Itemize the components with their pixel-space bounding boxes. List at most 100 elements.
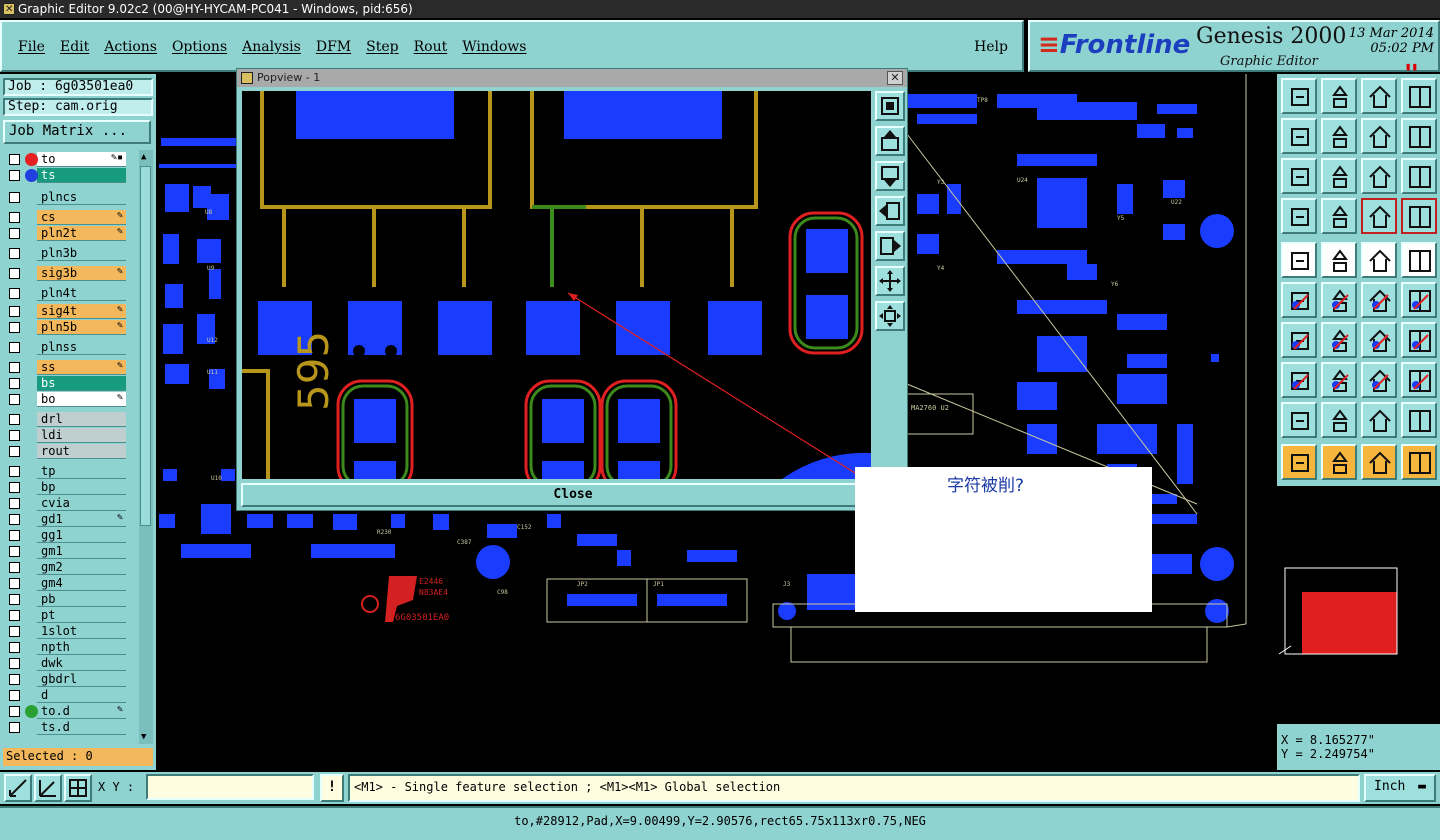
layer-checkbox[interactable] (9, 212, 20, 223)
layer-row-gd1[interactable]: gd1 ✎ (4, 512, 126, 527)
layer-row-ldi[interactable]: ldi (4, 428, 126, 443)
layer-checkbox[interactable] (9, 562, 20, 573)
layer-row-pln5b[interactable]: pln5b ✎ (4, 320, 126, 335)
snap-icon[interactable] (4, 774, 32, 802)
menu-file[interactable]: File (18, 39, 45, 55)
layer-checkbox[interactable] (9, 530, 20, 541)
triangle-b-icon[interactable] (1321, 402, 1357, 438)
select-pad-icon[interactable] (1401, 242, 1437, 278)
layer-checkbox[interactable] (9, 378, 20, 389)
resize-icon[interactable] (1361, 362, 1397, 398)
tools-icon[interactable] (1281, 198, 1317, 234)
layer-checkbox[interactable] (9, 394, 20, 405)
overview-map[interactable] (1277, 486, 1440, 724)
net-pointer-icon[interactable] (1401, 444, 1437, 480)
layer-name[interactable]: ts (37, 168, 126, 183)
layer-row-gg1[interactable]: gg1 (4, 528, 126, 543)
connect-icon[interactable] (1281, 282, 1317, 318)
layer-row-pln3b[interactable]: pln3b (4, 246, 126, 261)
zoom-home-icon[interactable] (1281, 78, 1317, 114)
pointer-box-icon[interactable] (1361, 444, 1397, 480)
layer-row-pt[interactable]: pt (4, 608, 126, 623)
pointer-icon[interactable] (1281, 444, 1317, 480)
snap-pad-icon[interactable] (1281, 362, 1317, 398)
layer-name[interactable]: rout (37, 444, 126, 459)
layer-name[interactable]: cvia (37, 496, 126, 511)
units-select[interactable]: Inch ▬ (1364, 774, 1436, 802)
layer-checkbox[interactable] (9, 446, 20, 457)
layer-row-cs[interactable]: cs ✎ (4, 210, 126, 225)
popview-title-bar[interactable]: Popview - 1 ✕ (237, 69, 907, 87)
scale-1-2-icon[interactable] (1361, 158, 1397, 194)
layer-name[interactable]: gm2 (37, 560, 126, 575)
menu-windows[interactable]: Windows (462, 39, 526, 55)
layer-checkbox[interactable] (9, 192, 20, 203)
triangle-d-icon[interactable] (1401, 402, 1437, 438)
zoom-in-icon[interactable] (875, 266, 905, 296)
layer-checkbox[interactable] (9, 288, 20, 299)
layer-row-bs[interactable]: bs (4, 376, 126, 391)
popview-close-button[interactable]: Close (241, 483, 905, 507)
mirror-icon[interactable] (1401, 322, 1437, 358)
layer-row-dwk[interactable]: dwk (4, 656, 126, 671)
layer-name[interactable]: pln2t (37, 226, 126, 241)
menu-actions[interactable]: Actions (104, 39, 157, 55)
layer-row-plncs[interactable]: plncs (4, 190, 126, 205)
layer-name[interactable]: bs (37, 376, 126, 391)
triangle-c-icon[interactable] (1361, 402, 1397, 438)
pan-down-icon[interactable] (875, 161, 905, 191)
help-icon[interactable] (1401, 158, 1437, 194)
layer-row-bo[interactable]: bo ✎ (4, 392, 126, 407)
layer-colors-icon[interactable] (1361, 198, 1397, 234)
layer-name[interactable]: to.d (37, 704, 126, 719)
layer-row-d[interactable]: d (4, 688, 126, 703)
layer-name[interactable]: d (37, 688, 126, 703)
layer-row-plnss[interactable]: plnss (4, 340, 126, 355)
close-icon[interactable]: ✕ (887, 71, 903, 85)
pan-up-icon[interactable] (875, 126, 905, 156)
select-pointer-icon[interactable] (1321, 444, 1357, 480)
layer-name[interactable]: 1slot (37, 624, 126, 639)
home-icon[interactable] (1361, 78, 1397, 114)
arc-icon[interactable] (1361, 322, 1397, 358)
layer-checkbox[interactable] (9, 498, 20, 509)
layer-checkbox[interactable] (9, 610, 20, 621)
layer-name[interactable]: drl (37, 412, 126, 427)
layer-row-pb[interactable]: pb (4, 592, 126, 607)
menu-step[interactable]: Step (366, 39, 398, 55)
delete-feature-icon[interactable] (1321, 282, 1357, 318)
job-matrix-button[interactable]: Job Matrix ... (3, 120, 151, 144)
layer-name[interactable]: plnss (37, 340, 126, 355)
layer-view-icon[interactable] (1401, 198, 1437, 234)
angle-icon[interactable] (1281, 322, 1317, 358)
layer-name[interactable]: gd1 (37, 512, 126, 527)
polygon-icon[interactable] (1321, 242, 1357, 278)
xy-input[interactable] (146, 774, 314, 800)
layer-name[interactable]: plncs (37, 190, 126, 205)
menu-help[interactable]: Help (974, 39, 1008, 55)
layer-name[interactable]: ts.d (37, 720, 126, 735)
layer-name[interactable]: gm1 (37, 544, 126, 559)
grid-icon[interactable] (64, 774, 92, 802)
layer-row-to[interactable]: to ✎▪ (4, 152, 126, 167)
pan-left-icon[interactable] (1281, 118, 1317, 154)
layer-checkbox[interactable] (9, 722, 20, 733)
layer-row-gm4[interactable]: gm4 (4, 576, 126, 591)
layer-row-1slot[interactable]: 1slot (4, 624, 126, 639)
popview-canvas[interactable]: 595 (242, 91, 871, 479)
layer-checkbox[interactable] (9, 626, 20, 637)
layer-row-sig3b[interactable]: sig3b ✎ (4, 266, 126, 281)
layer-checkbox[interactable] (9, 322, 20, 333)
layer-checkbox[interactable] (9, 414, 20, 425)
zoom-fit-icon[interactable] (875, 91, 905, 121)
layer-checkbox[interactable] (9, 546, 20, 557)
grid-toggle-icon[interactable] (1321, 198, 1357, 234)
zoom-back-icon[interactable] (1361, 118, 1397, 154)
layer-name[interactable]: pt (37, 608, 126, 623)
layer-checkbox[interactable] (9, 154, 20, 165)
move-icon[interactable] (1361, 282, 1397, 318)
layer-row-pln4t[interactable]: pln4t (4, 286, 126, 301)
redraw-icon[interactable] (1401, 118, 1437, 154)
layer-checkbox[interactable] (9, 430, 20, 441)
layer-name[interactable]: bo (37, 392, 126, 407)
